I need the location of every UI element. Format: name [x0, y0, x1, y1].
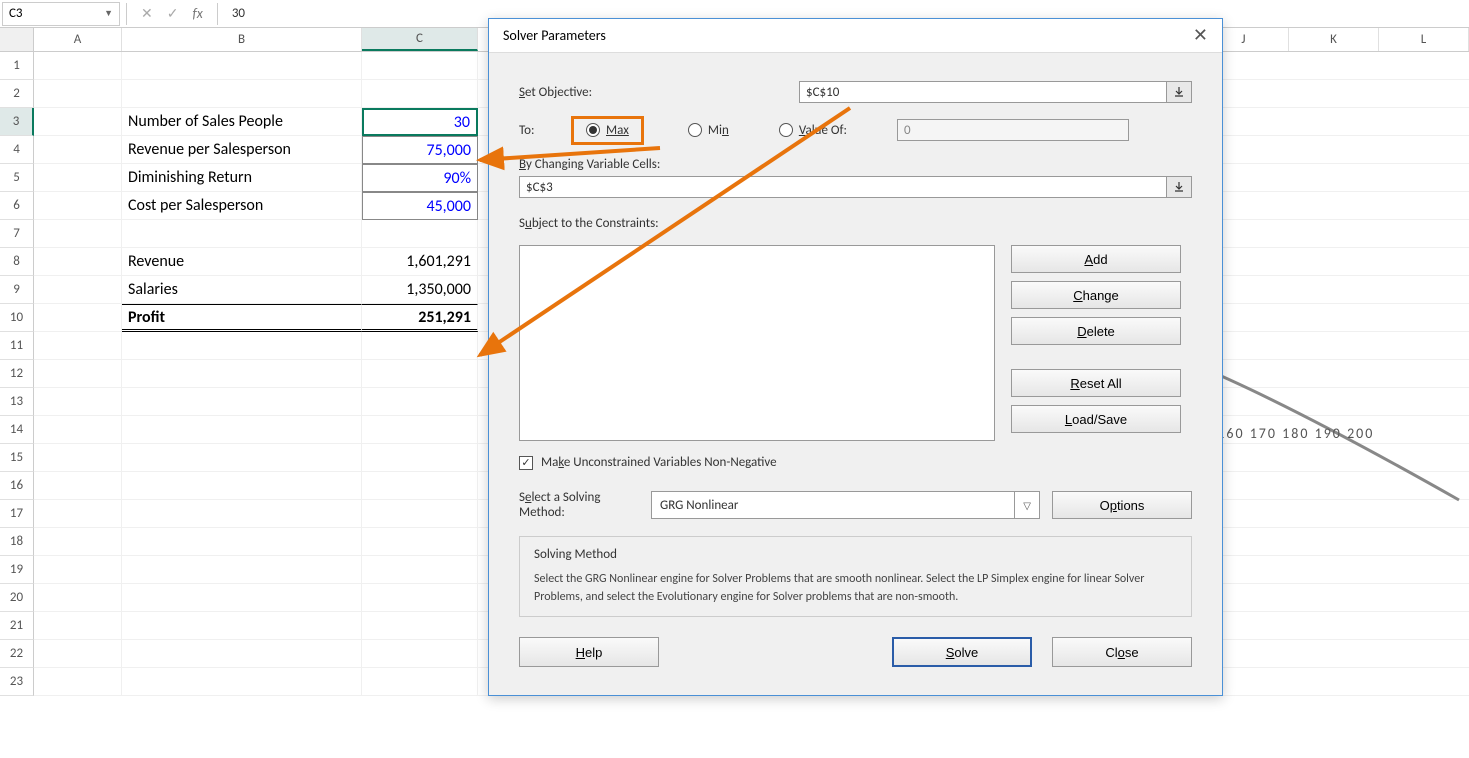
- delete-button[interactable]: Delete: [1011, 317, 1181, 345]
- cell-label[interactable]: Profit: [122, 304, 362, 332]
- constraints-label: Subject to the Constraints:: [519, 216, 659, 231]
- radio-min-label: Min: [708, 123, 729, 138]
- row-header[interactable]: 5: [0, 164, 34, 192]
- row-header[interactable]: 4: [0, 136, 34, 164]
- row-header[interactable]: 9: [0, 276, 34, 304]
- row-header[interactable]: 10: [0, 304, 34, 332]
- formula-value[interactable]: 30: [222, 6, 245, 21]
- row-header[interactable]: 17: [0, 500, 34, 528]
- cell-label[interactable]: Revenue: [122, 248, 362, 276]
- changing-cells-label: By Changing Variable Cells:: [519, 157, 1192, 172]
- row-header[interactable]: 15: [0, 444, 34, 472]
- row-header[interactable]: 7: [0, 220, 34, 248]
- cell-label[interactable]: Revenue per Salesperson: [122, 136, 362, 164]
- column-header-a[interactable]: A: [34, 28, 122, 51]
- chart-axis-labels: 0 160 170 180 190 200: [1203, 425, 1374, 442]
- cell-label[interactable]: Diminishing Return: [122, 164, 362, 192]
- solve-button[interactable]: Solve: [892, 637, 1032, 667]
- method-description: Solving Method Select the GRG Nonlinear …: [519, 536, 1192, 617]
- collapse-dialog-icon[interactable]: [1166, 81, 1192, 103]
- name-box[interactable]: C3 ▼: [2, 2, 120, 26]
- constraints-list[interactable]: [519, 245, 995, 441]
- method-value: GRG Nonlinear: [660, 498, 738, 513]
- fx-icon[interactable]: fx: [192, 5, 202, 22]
- close-icon[interactable]: ✕: [1193, 25, 1208, 46]
- name-box-value: C3: [9, 6, 23, 21]
- chart-fragment: 0 160 170 180 190 200: [1209, 375, 1469, 509]
- objective-radio-group: Max Min Value Of: 0: [577, 119, 1129, 141]
- radio-icon: [779, 123, 793, 137]
- change-button[interactable]: Change: [1011, 281, 1181, 309]
- chevron-down-icon[interactable]: ▼: [104, 8, 113, 19]
- row-header[interactable]: 23: [0, 668, 34, 696]
- radio-icon: [586, 123, 600, 137]
- checkbox-icon[interactable]: ✓: [519, 456, 533, 470]
- row-header[interactable]: 6: [0, 192, 34, 220]
- radio-max-label: Max: [606, 123, 629, 138]
- radio-max[interactable]: Max: [586, 123, 629, 138]
- cell-label[interactable]: Number of Sales People: [122, 108, 362, 136]
- column-header-l[interactable]: L: [1379, 28, 1469, 51]
- row-header[interactable]: 21: [0, 612, 34, 640]
- dialog-titlebar[interactable]: Solver Parameters ✕: [489, 19, 1222, 53]
- solver-dialog: Solver Parameters ✕ Set Objective: $C$10…: [488, 18, 1223, 696]
- set-objective-label: Set Objective:: [519, 85, 799, 100]
- method-label: Select a Solving Method:: [519, 490, 639, 520]
- cell-c8[interactable]: 1,601,291: [362, 248, 478, 276]
- select-all-corner[interactable]: [0, 28, 34, 51]
- method-desc-text: Select the GRG Nonlinear engine for Solv…: [534, 570, 1177, 606]
- column-header-k[interactable]: K: [1289, 28, 1379, 51]
- options-button[interactable]: Options: [1052, 491, 1192, 519]
- row-header[interactable]: 2: [0, 80, 34, 108]
- formula-bar-icons: ✕ ✓ fx: [131, 5, 213, 22]
- cell-c6[interactable]: 45,000: [362, 192, 478, 220]
- set-objective-input[interactable]: $C$10: [799, 81, 1167, 103]
- reset-all-button[interactable]: Reset All: [1011, 369, 1181, 397]
- enter-icon[interactable]: ✓: [167, 5, 179, 22]
- add-button[interactable]: Add: [1011, 245, 1181, 273]
- cell-c3[interactable]: 30: [362, 108, 478, 136]
- cell-label[interactable]: Cost per Salesperson: [122, 192, 362, 220]
- nonneg-checkbox-label: Make Unconstrained Variables Non-Negativ…: [541, 455, 777, 470]
- row-header[interactable]: 22: [0, 640, 34, 668]
- max-highlight-annotation: Max: [571, 116, 644, 145]
- row-header[interactable]: 18: [0, 528, 34, 556]
- column-header-b[interactable]: B: [122, 28, 362, 51]
- row-header[interactable]: 16: [0, 472, 34, 500]
- row-header[interactable]: 11: [0, 332, 34, 360]
- row-header[interactable]: 19: [0, 556, 34, 584]
- column-header-c[interactable]: C: [362, 28, 478, 51]
- cell-label[interactable]: Salaries: [122, 276, 362, 304]
- cell-c4[interactable]: 75,000: [362, 136, 478, 164]
- valueof-input[interactable]: 0: [897, 119, 1129, 141]
- row-header[interactable]: 3: [0, 108, 34, 136]
- row-header[interactable]: 1: [0, 52, 34, 80]
- chevron-down-icon: ▽: [1014, 492, 1031, 518]
- row-header[interactable]: 13: [0, 388, 34, 416]
- radio-min[interactable]: Min: [688, 123, 729, 138]
- help-button[interactable]: Help: [519, 637, 659, 667]
- row-header[interactable]: 14: [0, 416, 34, 444]
- dialog-title: Solver Parameters: [503, 27, 606, 44]
- divider: [126, 3, 127, 25]
- radio-valueof-label: Value Of:: [799, 123, 847, 138]
- cell-c5[interactable]: 90%: [362, 164, 478, 192]
- load-save-button[interactable]: Load/Save: [1011, 405, 1181, 433]
- method-desc-title: Solving Method: [534, 547, 1177, 562]
- method-select[interactable]: GRG Nonlinear ▽: [651, 491, 1040, 519]
- to-label: To:: [519, 123, 577, 138]
- radio-icon: [688, 123, 702, 137]
- cell-c10[interactable]: 251,291: [362, 304, 478, 332]
- divider: [217, 3, 218, 25]
- changing-cells-input[interactable]: $C$3: [519, 176, 1167, 198]
- collapse-dialog-icon[interactable]: [1166, 176, 1192, 198]
- cell-c9[interactable]: 1,350,000: [362, 276, 478, 304]
- row-header[interactable]: 8: [0, 248, 34, 276]
- row-header[interactable]: 20: [0, 584, 34, 612]
- close-button[interactable]: Close: [1052, 637, 1192, 667]
- cancel-icon[interactable]: ✕: [141, 5, 153, 22]
- radio-valueof[interactable]: Value Of:: [779, 123, 847, 138]
- row-header[interactable]: 12: [0, 360, 34, 388]
